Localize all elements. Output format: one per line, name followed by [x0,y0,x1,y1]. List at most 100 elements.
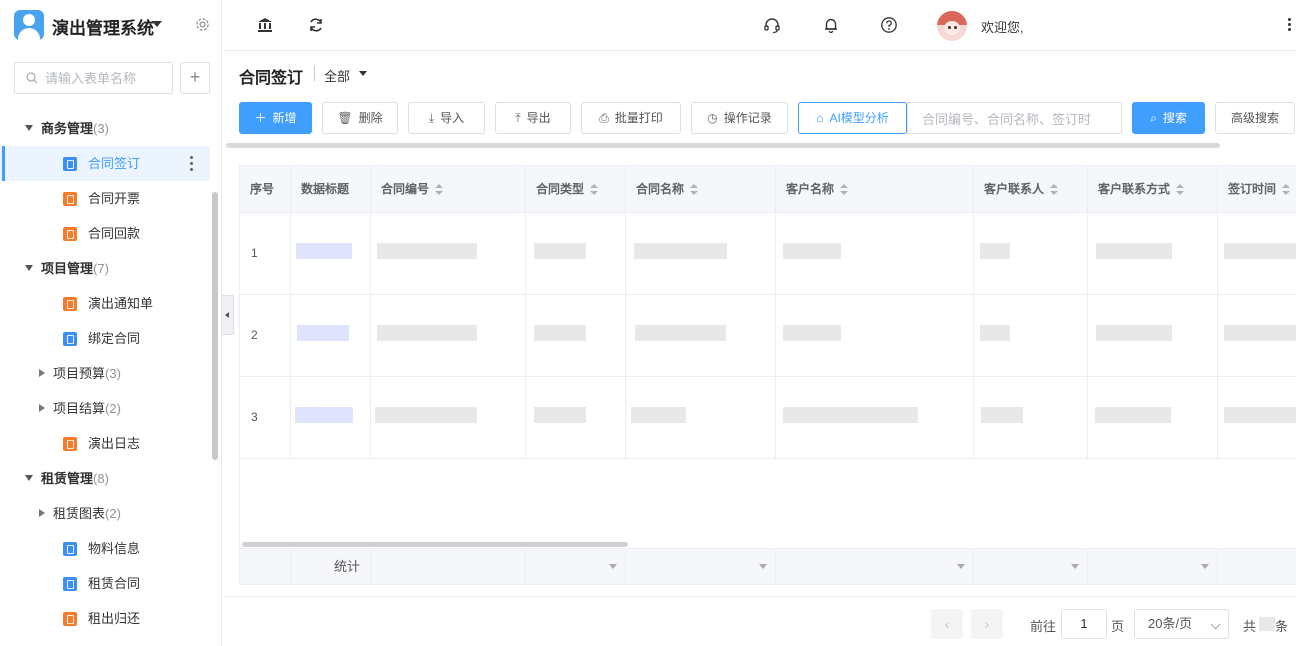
tree-item-contract-payment[interactable]: 合同回款 [0,216,210,251]
sort-icon[interactable] [690,183,699,196]
tree-subgroup-rental-charts[interactable]: 租赁图表(2) [0,496,210,531]
title-divider [314,65,315,81]
ai-analysis-button[interactable]: ⌂ AI模型分析 [798,102,907,134]
sort-icon[interactable] [1176,183,1185,196]
column-header[interactable]: 客户名称 [776,166,974,213]
contract-table: 序号 数据标题 合同编号 合同类型 合同名称 客户名称 客户联系人 客户联系方式… [239,165,1296,585]
sidebar-scrollbar[interactable] [212,192,218,460]
settings-icon[interactable] [195,17,210,32]
batch-print-button-label: 批量打印 [614,111,663,125]
table-cell [526,295,626,377]
user-avatar[interactable] [937,11,967,41]
add-form-button[interactable]: + [180,62,210,94]
sort-icon[interactable] [1050,183,1059,196]
more-menu-icon[interactable] [1288,18,1292,34]
table-cell[interactable] [291,377,371,459]
search-button-label: 搜索 [1162,111,1187,125]
export-button[interactable]: ⤒ 导出 [495,102,571,134]
operation-log-button[interactable]: ◷ 操作记录 [691,102,788,134]
app-title[interactable]: 演出管理系统 [52,14,154,39]
table-cell [1218,377,1296,459]
summary-dropdown[interactable] [371,548,526,584]
advanced-search-button[interactable]: 高级搜索 [1215,102,1295,134]
summary-dropdown[interactable] [776,548,974,584]
delete-button[interactable]: 🗑 删除 [322,102,398,134]
bell-icon[interactable] [822,16,840,34]
table-cell [776,213,974,295]
summary-dropdown[interactable] [974,548,1088,584]
chevron-down-icon [609,564,617,569]
collapsed-caret-icon [39,369,45,377]
tree-item-label: 租赁合同 [88,576,141,591]
bank-icon[interactable] [256,16,274,34]
page-size-select[interactable]: 20条/页 [1134,609,1229,639]
redacted-value [534,325,586,341]
tree-item-material-info[interactable]: 物料信息 [0,531,210,566]
summary-dropdown[interactable] [526,548,626,584]
sort-icon[interactable] [590,183,599,196]
sidebar-collapse-handle[interactable] [222,295,234,335]
tree-group-project[interactable]: 项目管理(7) [0,251,210,286]
redacted-value [634,243,727,259]
scope-filter-dropdown[interactable]: 全部 [324,66,350,85]
table-cell[interactable] [291,213,371,295]
form-doc-icon [63,227,77,241]
column-header[interactable]: 合同编号 [371,166,526,213]
tree-item-bind-contract[interactable]: 绑定合同 [0,321,210,356]
chevron-down-icon[interactable] [359,71,367,76]
tree-group-business[interactable]: 商务管理(3) [0,111,210,146]
tree-group-rental[interactable]: 租赁管理(8) [0,461,210,496]
table-cell [371,295,526,377]
tree-subgroup-settlement[interactable]: 项目结算(2) [0,391,210,426]
column-header: 数据标题 [291,166,371,213]
column-header[interactable]: 合同名称 [626,166,776,213]
import-button[interactable]: ⤓ 导入 [408,102,485,134]
column-header[interactable]: 客户联系人 [974,166,1088,213]
summary-dropdown[interactable] [1088,548,1218,584]
more-options-icon[interactable] [190,156,194,172]
tree-item-contract-invoice[interactable]: 合同开票 [0,181,210,216]
batch-print-button[interactable]: ⎙ 批量打印 [581,102,681,134]
column-header-label: 签订时间 [1228,182,1277,196]
sort-icon[interactable] [1282,183,1291,196]
tree-item-rental-return[interactable]: 租出归还 [0,601,210,636]
refresh-icon[interactable] [307,16,325,34]
search-button[interactable]: ⌕ 搜索 [1132,102,1205,134]
chevron-down-icon [759,564,767,569]
sort-icon[interactable] [840,183,849,196]
keyword-search-input[interactable] [922,110,1112,128]
form-search-input[interactable] [45,69,165,87]
plus-icon: ＋ [254,111,267,125]
column-header[interactable]: 签订时间 [1218,166,1296,213]
app-switch-caret-icon[interactable] [152,21,162,27]
prev-page-button[interactable]: ‹ [931,609,963,639]
summary-label-cell: 统计 [291,548,371,584]
tree-item-label: 绑定合同 [88,331,141,346]
form-doc-icon [63,542,77,556]
tree-group-count: (3) [93,121,109,136]
next-page-button[interactable]: › [971,609,1003,639]
summary-dropdown[interactable] [626,548,776,584]
column-header[interactable]: 合同类型 [526,166,626,213]
sort-icon[interactable] [435,183,444,196]
tree-subgroup-budget[interactable]: 项目预算(3) [0,356,210,391]
tree-item-contract-sign[interactable]: 合同签订 [0,146,210,181]
toolbar-horizontal-scrollbar[interactable] [226,143,1220,148]
tree-item-rental-contract[interactable]: 租赁合同 [0,566,210,601]
page-number-input[interactable]: 1 [1061,609,1107,639]
table-cell [526,377,626,459]
table-cell[interactable] [291,295,371,377]
summary-dropdown[interactable] [1218,548,1296,584]
tree-item-show-log[interactable]: 演出日志 [0,426,210,461]
tree-group-count: (8) [93,471,109,486]
headset-icon[interactable] [763,16,781,34]
redacted-value [297,325,349,341]
table-horizontal-scrollbar[interactable] [242,542,628,547]
page-title: 合同签订 [239,70,304,87]
column-header[interactable]: 客户联系方式 [1088,166,1218,213]
tree-item-label: 租出归还 [88,611,141,626]
add-button[interactable]: ＋ 新增 [239,102,312,134]
tree-item-show-notice[interactable]: 演出通知单 [0,286,210,321]
help-icon[interactable] [880,16,898,34]
column-header-label: 客户名称 [786,182,835,196]
